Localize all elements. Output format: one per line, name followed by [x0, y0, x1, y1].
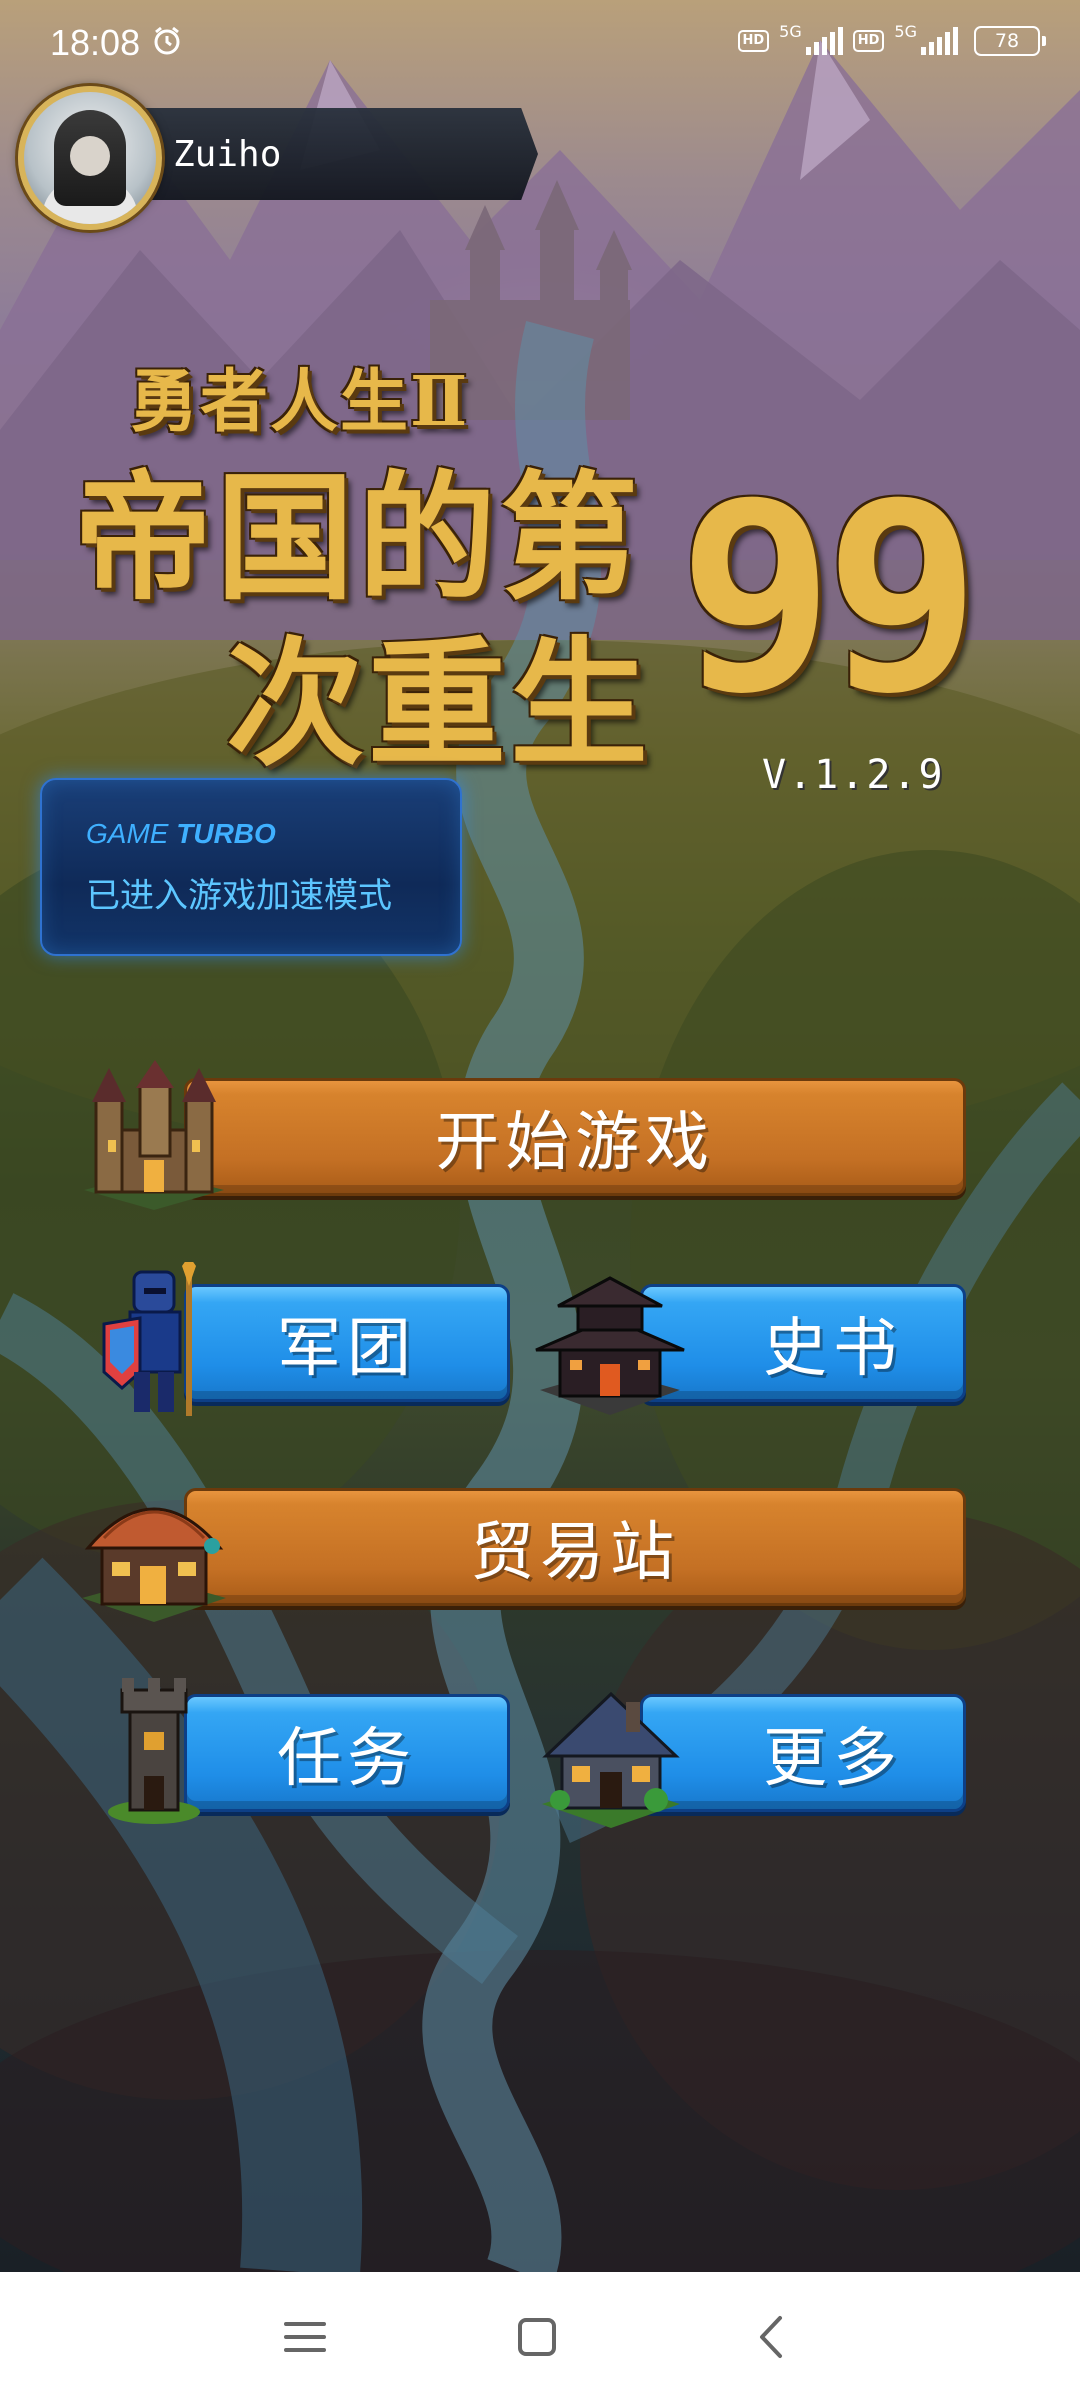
- back-icon[interactable]: [748, 2312, 798, 2362]
- player-avatar[interactable]: [18, 86, 162, 230]
- player-name: Zuiho: [173, 134, 282, 175]
- history-label: 史书: [763, 1312, 903, 1386]
- version-label: V.1.2.9: [762, 752, 945, 798]
- cottage-icon: [542, 1691, 680, 1828]
- more-label: 更多: [763, 1722, 903, 1796]
- menu-icon[interactable]: [280, 2312, 330, 2362]
- more-button[interactable]: 更多: [640, 1694, 966, 1812]
- signal-icon: [805, 27, 843, 55]
- trade-station-label: 贸易站: [470, 1516, 680, 1590]
- tasks-label: 任务: [277, 1722, 417, 1796]
- signal-icon-2: [921, 27, 958, 55]
- game-title-number: 99: [678, 448, 981, 750]
- battery-level: 78: [994, 30, 1020, 52]
- network-type-label-2: 5G: [894, 21, 917, 41]
- hd-badge: HD: [737, 30, 770, 52]
- turbo-message: 已进入游戏加速模式: [86, 876, 392, 916]
- trade-station-button[interactable]: 贸易站: [184, 1488, 966, 1606]
- system-navigation-bar: [0, 2272, 1080, 2400]
- game-title-logo: 勇者人生Ⅱ 帝国的第 次重生 99: [60, 330, 1020, 785]
- market-house-icon: [82, 1507, 226, 1622]
- hd-badge-2: HD: [852, 30, 885, 52]
- legion-label: 军团: [277, 1312, 417, 1386]
- network-type-label: 5G: [779, 21, 802, 41]
- battery-icon: 78: [974, 26, 1046, 56]
- home-icon[interactable]: [512, 2312, 562, 2362]
- status-bar: 18:08 HD 5G HD 5G 78: [0, 0, 1080, 92]
- game-turbo-brand: GAME TURBO: [86, 818, 276, 850]
- start-game-button[interactable]: 开始游戏: [184, 1078, 966, 1196]
- pagoda-icon: [535, 1276, 685, 1415]
- game-title-line2: 次重生: [226, 622, 653, 785]
- status-time: 18:08: [50, 22, 141, 63]
- tasks-button[interactable]: 任务: [184, 1694, 510, 1812]
- turbo-brand-prefix: GAME: [86, 818, 169, 849]
- watchtower-icon: [108, 1678, 200, 1824]
- legion-button[interactable]: 军团: [184, 1284, 510, 1402]
- knight-icon: [102, 1262, 196, 1416]
- castle-icon: [84, 1060, 224, 1210]
- alarm-icon: [154, 26, 180, 55]
- turbo-brand-suffix: TURBO: [176, 818, 276, 849]
- player-profile[interactable]: Zuiho: [18, 86, 538, 230]
- start-game-label: 开始游戏: [435, 1106, 715, 1180]
- game-turbo-notice: GAME TURBO 已进入游戏加速模式: [40, 778, 462, 956]
